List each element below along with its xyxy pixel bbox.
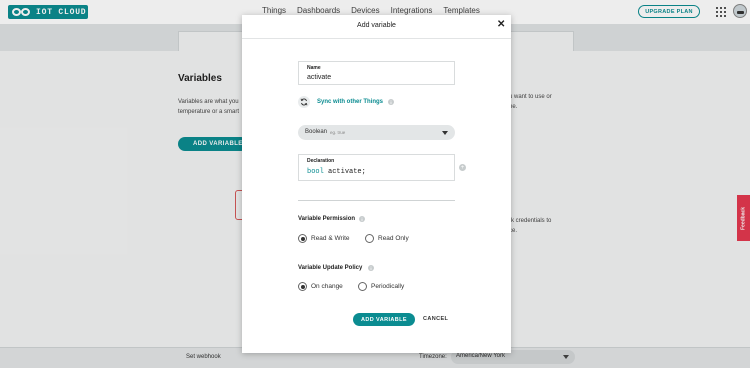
modal-divider	[242, 38, 511, 39]
name-input[interactable]: activate	[307, 74, 331, 81]
section-divider	[298, 200, 455, 201]
sync-icon[interactable]	[298, 96, 310, 108]
info-icon[interactable]: i	[388, 99, 394, 105]
declaration-keyword: bool	[307, 168, 324, 176]
radio-on-change-label[interactable]: On change	[311, 283, 343, 290]
radio-read-write-label[interactable]: Read & Write	[311, 235, 350, 242]
update-policy-title: Variable Update Policy	[298, 265, 363, 271]
permission-title: Variable Permission	[298, 216, 356, 222]
name-field[interactable]: Name activate	[298, 61, 455, 85]
declaration-code[interactable]: bool activate;	[307, 168, 366, 176]
modal-title: Add variable	[357, 22, 396, 29]
policy-info-icon[interactable]: i	[368, 265, 374, 271]
radio-periodically[interactable]	[358, 282, 367, 291]
variable-type-select[interactable]: Boolean eg. true	[298, 125, 455, 140]
add-variable-modal: Add variable ✕ Name activate Sync with o…	[242, 15, 511, 353]
type-hint: eg. true	[330, 130, 346, 135]
sync-arrows-icon	[300, 98, 308, 106]
radio-read-only-label[interactable]: Read Only	[378, 235, 409, 242]
type-value: Boolean	[305, 129, 328, 135]
add-declaration-icon[interactable]: +	[459, 164, 466, 171]
cancel-button[interactable]: CANCEL	[423, 316, 448, 322]
declaration-label: Declaration	[307, 158, 335, 164]
close-icon[interactable]: ✕	[497, 20, 505, 30]
declaration-identifier: activate;	[328, 168, 366, 176]
radio-periodically-label[interactable]: Periodically	[371, 283, 404, 290]
add-variable-button[interactable]: ADD VARIABLE	[353, 313, 415, 326]
chevron-down-icon	[442, 131, 448, 135]
radio-on-change[interactable]	[298, 282, 307, 291]
name-label: Name	[307, 65, 321, 71]
sync-with-things-link[interactable]: Sync with other Things	[317, 99, 383, 105]
radio-read-only[interactable]	[365, 234, 374, 243]
declaration-field[interactable]: Declaration bool activate;	[298, 154, 455, 181]
permission-info-icon[interactable]: i	[359, 216, 365, 222]
radio-read-write[interactable]	[298, 234, 307, 243]
